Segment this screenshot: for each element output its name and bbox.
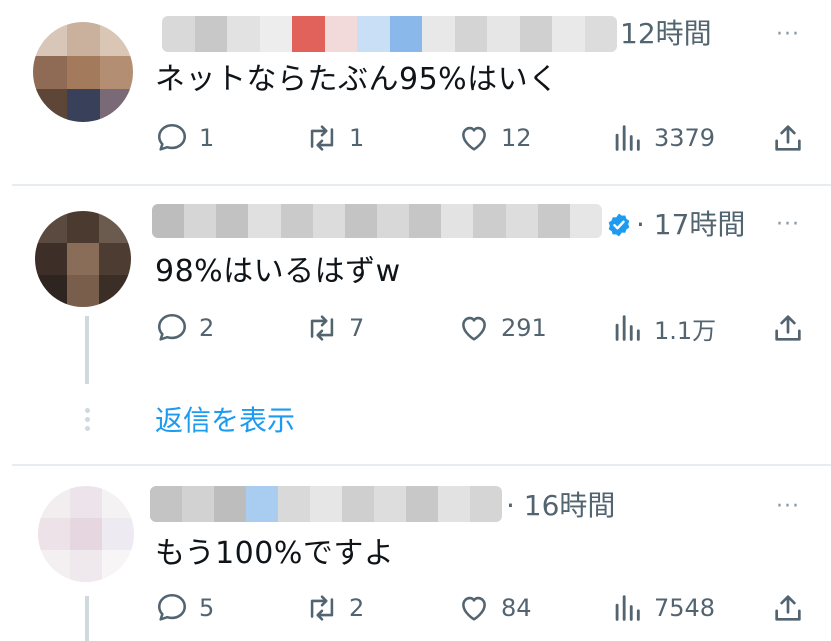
thread-dots <box>83 408 91 435</box>
views-count: 3379 <box>654 124 716 152</box>
share-button[interactable] <box>771 586 805 630</box>
more-icon[interactable]: ··· <box>776 210 800 240</box>
like-count: 12 <box>501 124 532 152</box>
like-count: 84 <box>501 594 532 622</box>
reply-button[interactable]: 5 <box>155 586 214 630</box>
username-blurred[interactable] <box>162 16 617 52</box>
share-button[interactable] <box>771 306 805 350</box>
reply-icon <box>157 313 187 341</box>
views-icon <box>615 595 640 621</box>
show-replies-link[interactable]: 返信を表示 <box>155 399 295 443</box>
like-button[interactable]: 84 <box>457 586 532 630</box>
verified-badge-icon <box>608 213 630 237</box>
reply-icon <box>157 123 187 151</box>
tweet-1[interactable]: 12時間 ··· ネットならたぶん95%はいく 1 1 12 3379 <box>0 0 831 184</box>
like-count: 291 <box>501 314 547 342</box>
share-icon <box>775 315 801 341</box>
tweet-text: 98%はいるはずw <box>155 254 401 289</box>
views-count: 1.1万 <box>654 316 717 345</box>
retweet-icon <box>310 125 334 151</box>
retweet-count: 2 <box>349 594 365 622</box>
retweet-icon <box>310 595 334 621</box>
share-button[interactable] <box>771 116 805 160</box>
timestamp[interactable]: 12時間 <box>620 14 712 54</box>
retweet-button[interactable]: 2 <box>305 586 364 630</box>
action-bar: 5 2 84 7548 <box>155 586 815 630</box>
avatar[interactable] <box>35 211 131 307</box>
like-icon <box>462 596 486 621</box>
reply-button[interactable]: 1 <box>155 116 214 160</box>
thread-line <box>85 316 89 384</box>
like-icon <box>462 126 486 151</box>
views-button[interactable]: 7548 <box>610 586 715 630</box>
reply-count: 5 <box>199 594 215 622</box>
timestamp[interactable]: · 16時間 <box>506 486 615 526</box>
views-count: 7548 <box>654 594 716 622</box>
username-blurred[interactable] <box>152 204 602 238</box>
tweet-text: ネットならたぶん95%はいく <box>155 62 559 97</box>
more-icon[interactable]: ··· <box>776 20 800 50</box>
views-icon <box>615 315 640 341</box>
more-icon[interactable]: ··· <box>776 492 800 522</box>
action-bar: 2 7 291 1.1万 <box>155 306 815 350</box>
tweet-3[interactable]: · 16時間 ··· もう100%ですよ 5 2 84 7548 <box>0 466 831 641</box>
reply-button[interactable]: 2 <box>155 306 214 350</box>
views-button[interactable]: 3379 <box>610 116 715 160</box>
retweet-icon <box>310 315 334 341</box>
views-button[interactable]: 1.1万 <box>610 306 716 350</box>
tweet-2[interactable]: · 17時間 ··· 98%はいるはずw 2 7 291 1.1万 <box>0 186 831 464</box>
share-icon <box>775 595 801 621</box>
retweet-count: 1 <box>349 124 365 152</box>
share-icon <box>775 125 801 151</box>
avatar[interactable] <box>38 486 134 582</box>
username-blurred[interactable] <box>150 486 502 522</box>
like-button[interactable]: 12 <box>457 116 532 160</box>
thread-line <box>85 596 89 641</box>
reply-count: 2 <box>199 314 215 342</box>
timestamp[interactable]: · 17時間 <box>636 205 745 245</box>
retweet-button[interactable]: 1 <box>305 116 364 160</box>
like-icon <box>462 316 486 341</box>
like-button[interactable]: 291 <box>457 306 547 350</box>
retweet-count: 7 <box>349 314 365 342</box>
action-bar: 1 1 12 3379 <box>155 116 815 160</box>
reply-count: 1 <box>199 124 215 152</box>
reply-icon <box>157 593 187 621</box>
retweet-button[interactable]: 7 <box>305 306 364 350</box>
tweet-text: もう100%ですよ <box>155 536 395 571</box>
avatar[interactable] <box>33 22 133 122</box>
views-icon <box>615 125 640 151</box>
